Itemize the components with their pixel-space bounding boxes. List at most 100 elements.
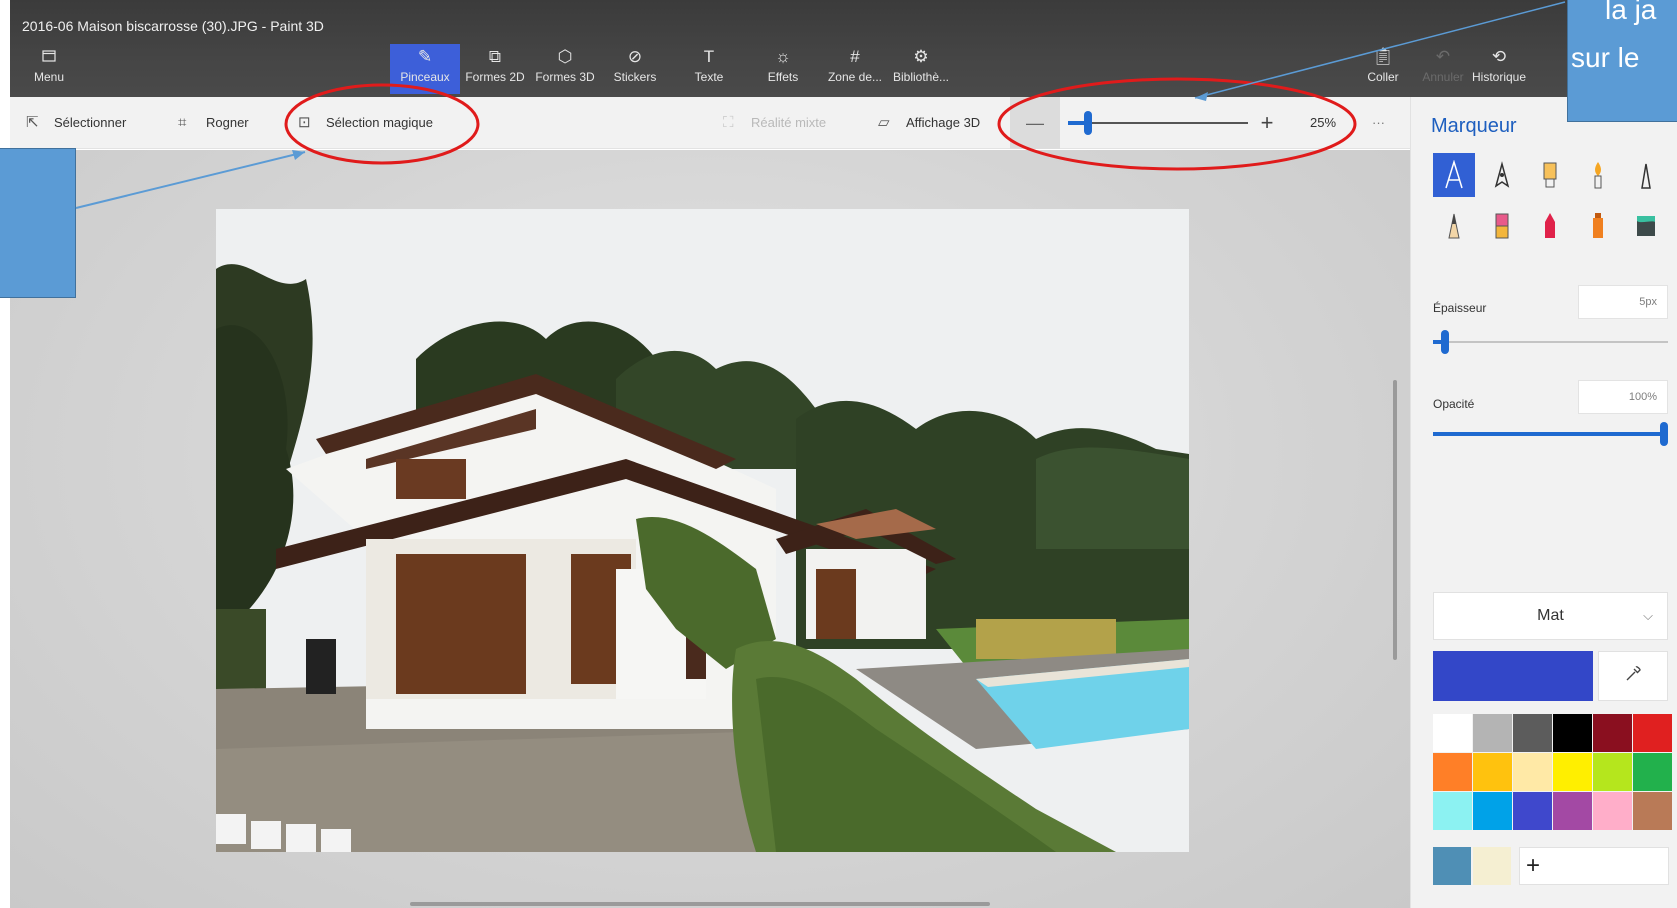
- horizontal-scrollbar[interactable]: [410, 902, 990, 906]
- annotation-text-line2: sur le: [1571, 42, 1640, 73]
- color-palette: [1433, 714, 1672, 830]
- zoom-slider[interactable]: [1068, 97, 1248, 149]
- tool-label: Formes 3D: [535, 70, 595, 84]
- tool-bibliotheque[interactable]: ⚙ Bibliothè...: [886, 44, 956, 94]
- tool-zone[interactable]: # Zone de...: [820, 44, 890, 94]
- view-3d-icon: ▱: [878, 114, 890, 131]
- view-3d-button[interactable]: ▱ Affichage 3D: [878, 97, 980, 149]
- text-icon: T: [703, 47, 715, 66]
- annotation-text-line1: la ja: [1605, 0, 1657, 25]
- panel-title: Marqueur: [1431, 115, 1517, 137]
- thickness-input[interactable]: 5px: [1578, 285, 1668, 319]
- shapes-2d-icon: ⧉: [488, 47, 502, 66]
- custom-color-swatch[interactable]: [1433, 847, 1471, 885]
- eraser-icon: [1495, 213, 1509, 239]
- marker-brush[interactable]: [1433, 153, 1475, 197]
- mixed-reality-label: Réalité mixte: [751, 115, 827, 130]
- thickness-thumb[interactable]: [1440, 330, 1449, 354]
- tool-label: Stickers: [613, 70, 657, 84]
- spray-can-brush[interactable]: [1577, 203, 1619, 247]
- tool-formes-2d[interactable]: ⧉ Formes 2D: [460, 44, 530, 94]
- opacity-thumb[interactable]: [1660, 422, 1668, 446]
- annotation-callout-left: [0, 148, 76, 298]
- color-swatch[interactable]: [1593, 792, 1632, 830]
- crayon-brush[interactable]: [1529, 203, 1571, 247]
- custom-color-swatch[interactable]: [1473, 847, 1511, 885]
- tool-effets[interactable]: ☼ Effets: [748, 44, 818, 94]
- secondary-toolbar: ⇱ Sélectionner ⌗ Rogner ⊡ Sélection magique…: [10, 97, 1430, 149]
- color-swatch[interactable]: [1553, 792, 1592, 830]
- zoom-out-button[interactable]: —: [1010, 97, 1060, 149]
- vertical-scrollbar[interactable]: [1393, 380, 1397, 660]
- tool-formes-3d[interactable]: ⬡ Formes 3D: [530, 44, 600, 94]
- color-swatch[interactable]: [1513, 753, 1552, 791]
- menu-button[interactable]: Menu: [14, 44, 84, 94]
- color-swatch[interactable]: [1433, 753, 1472, 791]
- tool-label: Texte: [694, 70, 724, 84]
- watercolor-brush[interactable]: [1577, 153, 1619, 197]
- finish-dropdown[interactable]: Mat ⌵: [1433, 592, 1668, 640]
- color-swatch[interactable]: [1633, 792, 1672, 830]
- opacity-slider[interactable]: [1433, 419, 1668, 449]
- eyedropper-button[interactable]: [1598, 651, 1668, 701]
- more-button[interactable]: ···: [1372, 97, 1385, 149]
- color-swatch[interactable]: [1553, 753, 1592, 791]
- thickness-track: [1433, 341, 1668, 343]
- watercolor-icon: [1594, 162, 1602, 189]
- select-button[interactable]: ⇱ Sélectionner: [26, 97, 126, 149]
- tool-texte[interactable]: T Texte: [674, 44, 744, 94]
- color-swatch[interactable]: [1633, 753, 1672, 791]
- folder-icon: [14, 44, 84, 70]
- mixed-reality-button[interactable]: ⛶ Réalité mixte: [723, 97, 826, 149]
- magic-select-icon: ⊡: [298, 114, 311, 131]
- history-button[interactable]: ⟲ Historique: [1464, 44, 1534, 94]
- color-swatch[interactable]: [1633, 714, 1672, 752]
- library-icon: ⚙: [913, 47, 929, 66]
- zoom-thumb[interactable]: [1084, 111, 1092, 135]
- opacity-input[interactable]: 100%: [1578, 380, 1668, 414]
- color-swatch[interactable]: [1593, 753, 1632, 791]
- pencil-icon: [1448, 213, 1460, 239]
- color-swatch[interactable]: [1433, 792, 1472, 830]
- canvas-image[interactable]: [216, 209, 1189, 852]
- active-color-swatch[interactable]: [1433, 651, 1593, 701]
- tool-label: Pinceaux: [400, 70, 450, 84]
- eraser-brush[interactable]: [1481, 203, 1523, 247]
- tool-label: Effets: [767, 70, 799, 84]
- select-label: Sélectionner: [54, 115, 127, 130]
- zoom-value[interactable]: 25%: [1310, 97, 1336, 149]
- magic-select-button[interactable]: ⊡ Sélection magique: [298, 97, 433, 149]
- calligraphy-pen-icon: [1494, 161, 1510, 188]
- marker-icon: [1445, 160, 1463, 189]
- color-swatch[interactable]: [1473, 714, 1512, 752]
- zoom-in-button[interactable]: +: [1250, 97, 1284, 149]
- color-swatch[interactable]: [1513, 714, 1552, 752]
- chevron-down-icon: ⌵: [1643, 608, 1653, 623]
- mixed-reality-icon: ⛶: [723, 114, 734, 131]
- shapes-3d-icon: ⬡: [557, 47, 573, 66]
- opacity-label: Opacité: [1433, 397, 1475, 411]
- magic-select-label: Sélection magique: [326, 115, 433, 130]
- calligraphy-pen-brush[interactable]: [1481, 153, 1523, 197]
- pixel-pen-brush[interactable]: [1625, 153, 1667, 197]
- color-swatch[interactable]: [1473, 792, 1512, 830]
- window-title: 2016-06 Maison biscarrosse (30).JPG - Pa…: [22, 18, 324, 34]
- color-swatch[interactable]: [1553, 714, 1592, 752]
- color-swatch[interactable]: [1433, 714, 1472, 752]
- crop-button[interactable]: ⌗ Rogner: [178, 97, 249, 149]
- tool-pinceaux[interactable]: ✎ Pinceaux: [390, 44, 460, 94]
- opacity-fill: [1433, 432, 1664, 436]
- color-swatch[interactable]: [1473, 753, 1512, 791]
- thickness-slider[interactable]: [1433, 327, 1668, 357]
- color-swatch[interactable]: [1513, 792, 1552, 830]
- custom-colors-row: +: [1433, 847, 1669, 887]
- fill-brush[interactable]: [1625, 203, 1667, 247]
- oil-brush[interactable]: [1529, 153, 1571, 197]
- pencil-brush[interactable]: [1433, 203, 1475, 247]
- sticker-icon: ⊘: [627, 47, 643, 66]
- cursor-icon: ⇱: [26, 114, 39, 131]
- color-swatch[interactable]: [1593, 714, 1632, 752]
- effects-icon: ☼: [775, 47, 791, 66]
- add-color-button[interactable]: +: [1519, 847, 1669, 885]
- tool-stickers[interactable]: ⊘ Stickers: [600, 44, 670, 94]
